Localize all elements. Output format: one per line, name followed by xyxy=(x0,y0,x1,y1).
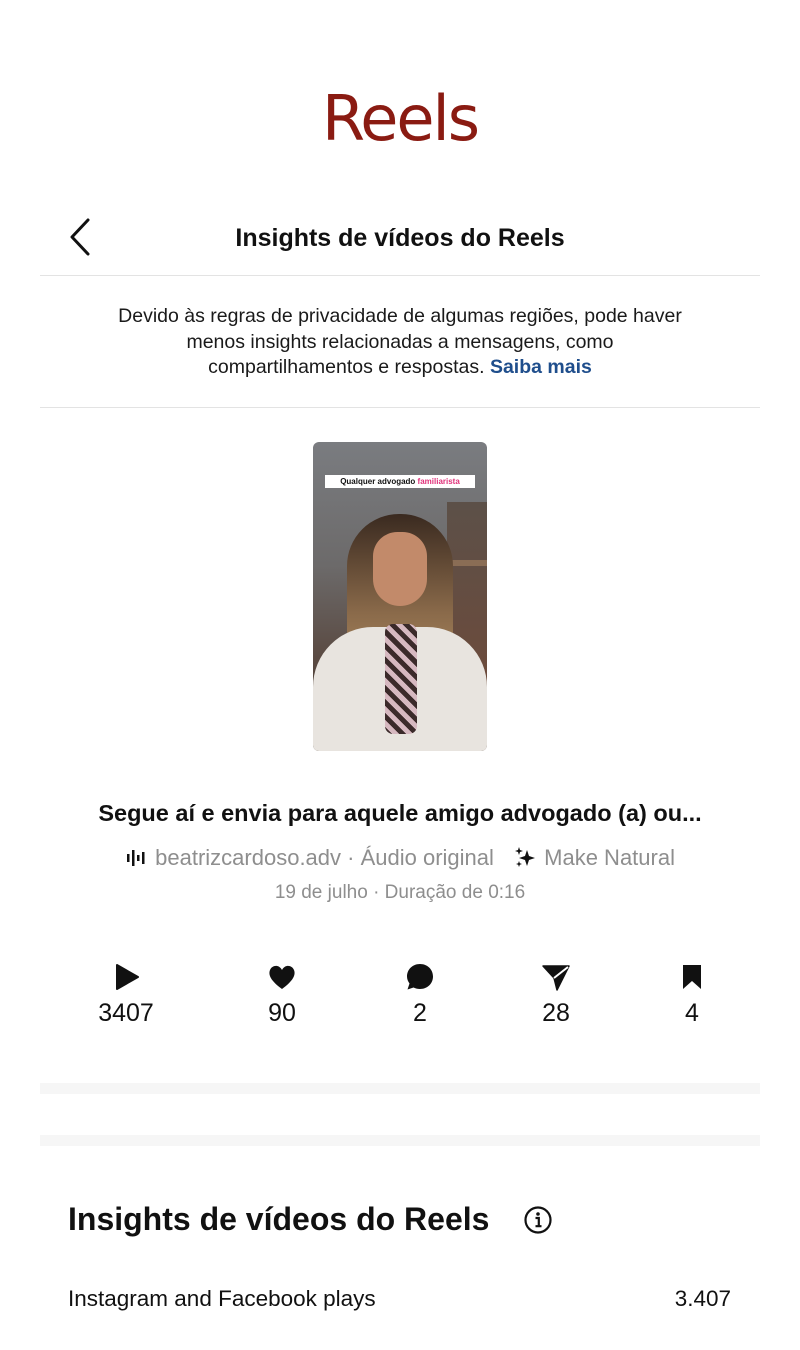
thumbnail-caption: Qualquer advogado familiarista xyxy=(325,475,475,488)
info-icon[interactable] xyxy=(523,1205,553,1235)
stat-shares-value: 28 xyxy=(542,999,570,1027)
privacy-notice-text: Devido às regras de privacidade de algum… xyxy=(118,305,682,378)
page-title: Insights de vídeos do Reels xyxy=(235,224,565,252)
effect-link[interactable]: Make Natural xyxy=(514,845,675,870)
sparkles-icon xyxy=(515,847,536,867)
comment-icon xyxy=(407,964,433,990)
thumbnail-face xyxy=(373,532,427,606)
insights-section-title: Insights de vídeos do Reels xyxy=(68,1201,490,1237)
thumbnail-scarf xyxy=(385,624,417,734)
effect-label: Make Natural xyxy=(544,845,675,870)
stat-likes-value: 90 xyxy=(268,999,296,1027)
send-icon xyxy=(542,965,570,991)
privacy-notice: Devido às regras de privacidade de algum… xyxy=(40,304,760,408)
reel-meta: beatrizcardoso.adv · Áudio original Make… xyxy=(0,845,800,871)
insight-row-label: Instagram and Facebook plays xyxy=(68,1286,376,1311)
stat-comments: 2 xyxy=(360,962,480,1028)
stats-row: 3407 90 2 28 4 xyxy=(0,962,800,1042)
stat-shares: 28 xyxy=(496,962,616,1028)
section-divider xyxy=(40,1135,760,1146)
audio-label: beatrizcardoso.adv · Áudio original xyxy=(155,845,494,870)
stat-likes: 90 xyxy=(222,962,342,1028)
section-divider xyxy=(40,1083,760,1094)
insight-row-value: 3.407 xyxy=(674,1286,731,1311)
top-bar: Insights de vídeos do Reels xyxy=(40,210,760,276)
audio-wave-icon xyxy=(127,850,145,866)
audio-link[interactable]: beatrizcardoso.adv · Áudio original xyxy=(125,845,500,870)
play-icon xyxy=(116,964,139,990)
stat-plays-value: 3407 xyxy=(98,999,154,1027)
reel-caption: Segue aí e envia para aquele amigo advog… xyxy=(98,800,702,826)
heart-icon xyxy=(269,965,295,989)
reel-thumbnail[interactable]: Qualquer advogado familiarista xyxy=(313,442,487,751)
document-title: Reels xyxy=(321,82,480,155)
bookmark-icon xyxy=(683,965,701,989)
thumbnail-caption-highlight: familiarista xyxy=(417,477,460,486)
learn-more-link[interactable]: Saiba mais xyxy=(490,356,592,378)
reel-date-duration: 19 de julho · Duração de 0:16 xyxy=(274,882,526,903)
stat-comments-value: 2 xyxy=(413,999,427,1027)
stat-plays: 3407 xyxy=(66,962,186,1028)
thumbnail-shelf xyxy=(447,560,487,566)
stat-saves-value: 4 xyxy=(685,999,699,1027)
stat-saves: 4 xyxy=(632,962,752,1028)
thumbnail-caption-text: Qualquer advogado xyxy=(340,477,416,486)
